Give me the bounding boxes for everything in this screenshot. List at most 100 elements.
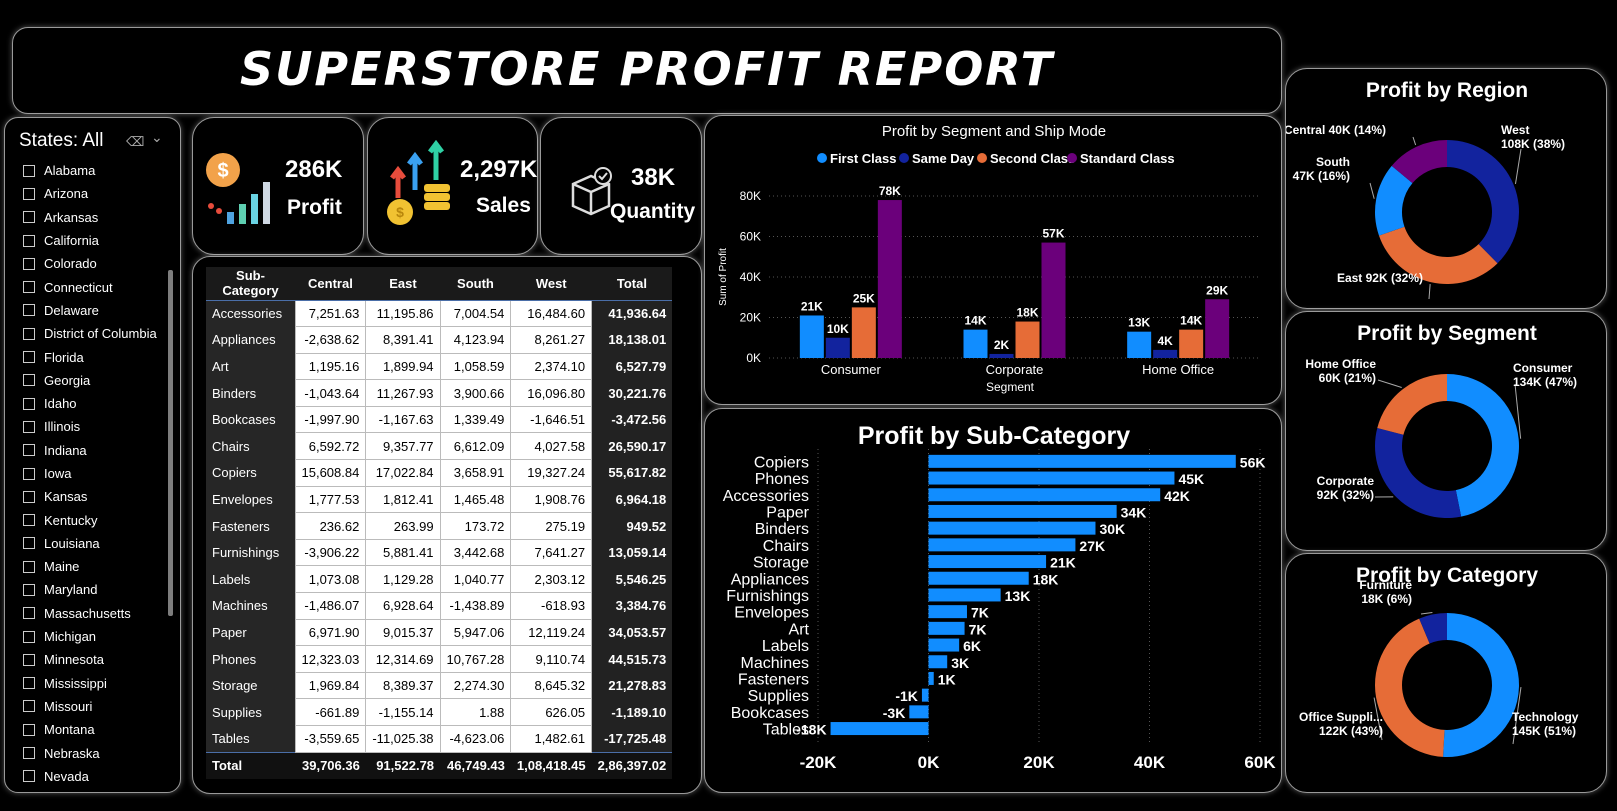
checkbox[interactable]	[23, 747, 35, 760]
table-cell: -1,997.90	[294, 405, 367, 434]
checkbox[interactable]	[23, 351, 35, 364]
slicer-item[interactable]: Illinois	[23, 415, 163, 438]
slicer-item[interactable]: Nebraska	[23, 741, 163, 764]
legend-marker	[977, 153, 987, 163]
legend-marker	[817, 153, 827, 163]
table-row: Envelopes 1,777.53 1,812.41 1,465.48 1,908.7…	[206, 485, 673, 514]
data-label: 6K	[963, 638, 981, 654]
slicer-scrollbar[interactable]	[168, 270, 173, 616]
slicer-item[interactable]: Arizona	[23, 182, 163, 205]
column-header[interactable]: Sub-Category	[206, 267, 295, 301]
column-header[interactable]: Central	[295, 267, 366, 301]
slicer-item[interactable]: Delaware	[23, 299, 163, 322]
slicer-item[interactable]: Colorado	[23, 252, 163, 275]
checkbox[interactable]	[23, 420, 35, 433]
slicer-item-label: Maryland	[44, 582, 98, 598]
column-header[interactable]: West	[510, 267, 592, 301]
data-label: West	[1501, 123, 1529, 137]
profit-chart-icon: $	[206, 153, 270, 224]
slicer-item[interactable]: Minnesota	[23, 648, 163, 671]
subcategory-chart: Profit by Sub-Category -20K 0K 20K 40K 60K Cop…	[723, 422, 1277, 772]
slicer-header: States: All	[19, 130, 104, 151]
slicer-item[interactable]: Nevada	[23, 765, 163, 788]
slicer-item-label: Arkansas	[44, 209, 99, 225]
checkbox[interactable]	[23, 770, 35, 783]
checkbox[interactable]	[23, 653, 35, 666]
table-cell: -618.93	[510, 592, 593, 620]
slicer-item[interactable]: Louisiana	[23, 532, 163, 555]
checkbox[interactable]	[23, 723, 35, 736]
kpi-quantity-value: 38K	[631, 164, 676, 191]
data-label: -1K	[895, 688, 918, 704]
slicer-item[interactable]: California	[23, 229, 163, 252]
checkbox[interactable]	[23, 211, 35, 224]
slicer-item[interactable]: Kansas	[23, 485, 163, 508]
checkbox[interactable]	[23, 677, 35, 690]
table-cell: 9,357.77	[365, 432, 441, 461]
checkbox[interactable]	[23, 234, 35, 247]
data-label: 30K	[1099, 521, 1125, 537]
data-label: Technology	[1512, 710, 1579, 724]
slicer-item[interactable]: Maine	[23, 555, 163, 578]
column-header[interactable]: East	[365, 267, 441, 301]
checkbox[interactable]	[23, 164, 35, 177]
checkbox[interactable]	[23, 397, 35, 410]
slicer-item[interactable]: District of Columbia	[23, 322, 163, 345]
slicer-item[interactable]: Idaho	[23, 392, 163, 415]
slicer-item[interactable]: Kentucky	[23, 508, 163, 531]
table-cell: -4,623.06	[439, 725, 512, 753]
column-header[interactable]: Total	[591, 267, 673, 301]
slicer-item-label: Connecticut	[44, 279, 113, 295]
slicer-item[interactable]: Maryland	[23, 578, 163, 601]
y-tick-label: 20K	[740, 311, 761, 325]
x-tick-label: 0K	[918, 753, 940, 772]
slicer-item[interactable]: Montana	[23, 718, 163, 741]
data-label: 34K	[1121, 504, 1147, 520]
checkbox[interactable]	[23, 444, 35, 457]
donut-slice	[1447, 140, 1519, 264]
state-slicer[interactable]: States: All ⌫ ⌄ Alabama Arizona Arkansas Ca…	[4, 117, 181, 793]
clear-selection-icon[interactable]: ⌫	[126, 135, 144, 150]
slicer-item[interactable]: Massachusetts	[23, 602, 163, 625]
y-tick-label: Appliances	[731, 571, 809, 588]
checkbox[interactable]	[23, 537, 35, 550]
checkbox[interactable]	[23, 514, 35, 527]
table-cell: -11,025.38	[365, 725, 441, 753]
column-header[interactable]: South	[440, 267, 511, 301]
checkbox[interactable]	[23, 257, 35, 270]
total-cell: 91,522.78	[365, 751, 441, 779]
checkbox[interactable]	[23, 700, 35, 713]
checkbox[interactable]	[23, 630, 35, 643]
checkbox[interactable]	[23, 304, 35, 317]
checkbox[interactable]	[23, 374, 35, 387]
donut-slice	[1447, 374, 1519, 517]
slicer-item[interactable]: Mississippi	[23, 672, 163, 695]
slicer-item[interactable]: Missouri	[23, 695, 163, 718]
data-label: 45K	[1178, 471, 1204, 487]
slicer-item[interactable]: Florida	[23, 345, 163, 368]
checkbox[interactable]	[23, 281, 35, 294]
slicer-item[interactable]: Georgia	[23, 369, 163, 392]
bar	[928, 488, 1161, 502]
slicer-item[interactable]: Alabama	[23, 159, 163, 182]
checkbox[interactable]	[23, 467, 35, 480]
table-row: Supplies -661.89 -1,155.14 1.88 626.05 -1,189…	[206, 698, 673, 726]
chart-title: Profit by Region	[1366, 79, 1528, 102]
slicer-item[interactable]: Arkansas	[23, 206, 163, 229]
slicer-item[interactable]: Connecticut	[23, 275, 163, 298]
bar	[928, 471, 1175, 485]
checkbox[interactable]	[23, 490, 35, 503]
chevron-down-icon[interactable]: ⌄	[151, 130, 163, 146]
donut-slice	[1443, 613, 1519, 757]
checkbox[interactable]	[23, 560, 35, 573]
slicer-item[interactable]: Michigan	[23, 625, 163, 648]
slicer-item[interactable]: Iowa	[23, 462, 163, 485]
slicer-item[interactable]: Indiana	[23, 439, 163, 462]
checkbox[interactable]	[23, 607, 35, 620]
checkbox[interactable]	[23, 583, 35, 596]
sales-growth-icon: $	[387, 140, 450, 225]
checkbox[interactable]	[23, 327, 35, 340]
row-header: Binders	[206, 379, 295, 407]
legend-label: Same Day	[912, 151, 975, 166]
checkbox[interactable]	[23, 187, 35, 200]
